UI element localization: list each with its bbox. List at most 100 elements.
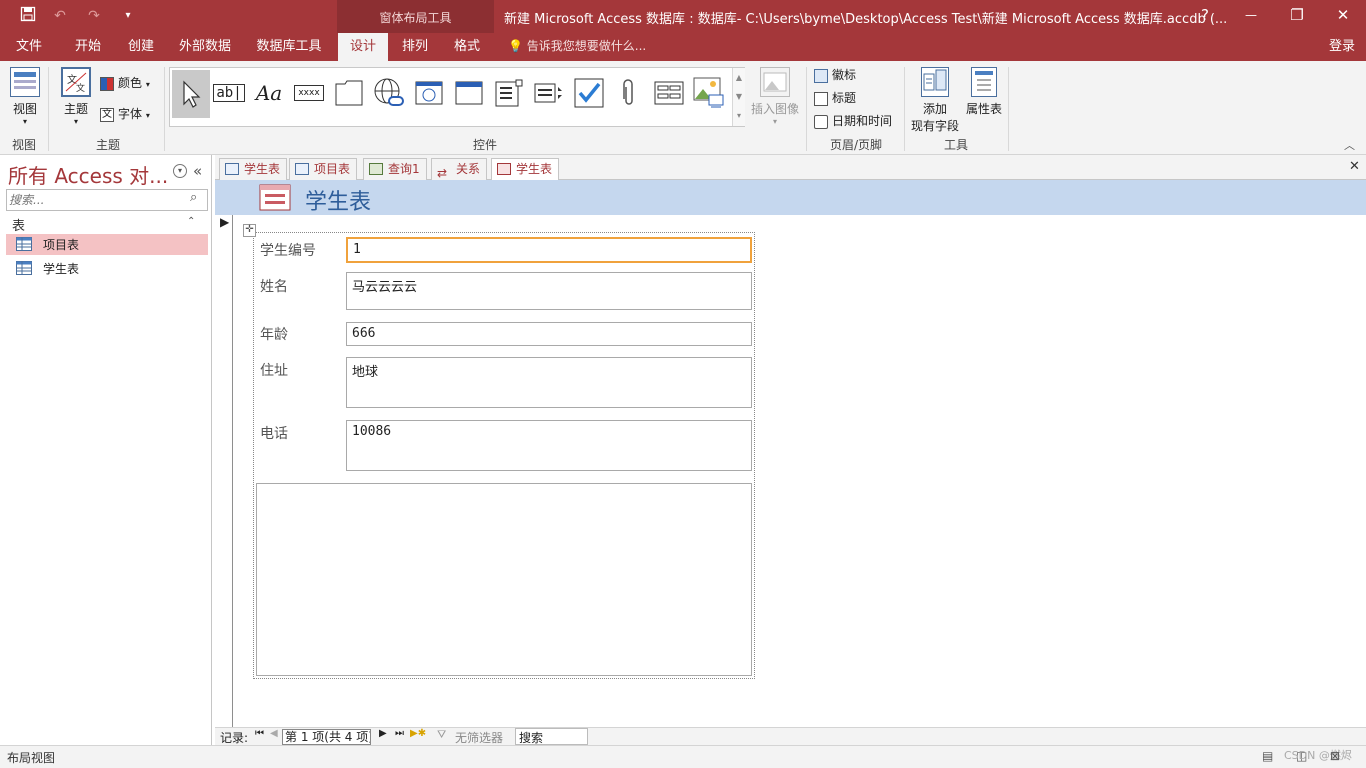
divider bbox=[806, 67, 807, 151]
color-palette-icon bbox=[100, 76, 114, 91]
record-selector[interactable]: ▶ bbox=[215, 215, 233, 727]
button-control-icon[interactable]: xxxx bbox=[292, 75, 326, 111]
tab-create[interactable]: 创建 bbox=[118, 33, 164, 61]
font-icon: 文 bbox=[100, 107, 114, 122]
scroll-up-icon[interactable]: ▲ bbox=[733, 68, 745, 87]
field-input-student-id[interactable]: 1 bbox=[346, 237, 752, 263]
tab-file[interactable]: 文件 bbox=[8, 33, 50, 61]
last-record-icon[interactable]: ⏭ bbox=[395, 728, 404, 739]
field-input-name[interactable]: 马云云云云 bbox=[346, 272, 752, 310]
tab-database-tools[interactable]: 数据库工具 bbox=[250, 33, 328, 61]
close-button[interactable]: ✕ bbox=[1320, 0, 1366, 33]
attachment-control-icon[interactable] bbox=[612, 75, 646, 111]
property-sheet-icon bbox=[971, 67, 997, 97]
tab-format[interactable]: 格式 bbox=[444, 33, 490, 61]
nav-section-header[interactable]: 表 bbox=[12, 215, 25, 234]
navigation-control-icon[interactable] bbox=[452, 75, 486, 111]
add-existing-fields-button[interactable]: 添加 现有字段 bbox=[908, 67, 962, 134]
doc-tab-relationships[interactable]: ⇄ 关系 bbox=[431, 158, 488, 180]
next-record-icon[interactable]: ▶ bbox=[379, 728, 387, 739]
lightbulb-icon: 💡 bbox=[508, 39, 523, 53]
new-record-icon[interactable]: ▶✱ bbox=[410, 728, 426, 739]
datetime-button[interactable]: 日期和时间 bbox=[814, 111, 892, 131]
record-position-input[interactable]: 第 1 项(共 4 项) bbox=[282, 729, 371, 745]
tab-external-data[interactable]: 外部数据 bbox=[172, 33, 238, 61]
fonts-button[interactable]: 文字体 ▾ bbox=[100, 104, 150, 124]
insert-image-button[interactable]: 插入图像 ▾ bbox=[748, 67, 802, 126]
doc-tab-label: 学生表 bbox=[244, 162, 281, 176]
nav-item-student-table[interactable]: 学生表 bbox=[6, 258, 208, 279]
add-fields-label-1: 添加 bbox=[922, 102, 947, 116]
subform-control-icon[interactable] bbox=[652, 75, 686, 111]
restore-button[interactable]: ❐ bbox=[1274, 0, 1320, 33]
customize-qat-icon[interactable]: ▾ bbox=[118, 6, 138, 26]
login-link[interactable]: 登录 bbox=[1320, 33, 1364, 61]
property-sheet-button[interactable]: 属性表 bbox=[962, 67, 1006, 117]
status-bar: 布局视图 ▤ ◫ CSDN @燃烬 ⊠ bbox=[0, 745, 1366, 768]
label-control-icon[interactable]: Aa bbox=[252, 75, 286, 111]
view-button[interactable]: 视图 ▾ bbox=[6, 67, 44, 126]
tab-design[interactable]: 设计 bbox=[338, 33, 388, 61]
chevron-down-icon: ▾ bbox=[145, 111, 150, 120]
nav-item-label: 项目表 bbox=[43, 238, 80, 252]
tab-control-icon[interactable] bbox=[332, 75, 366, 111]
option-group-icon[interactable] bbox=[492, 75, 526, 111]
first-record-icon[interactable]: ⏮ bbox=[255, 728, 264, 739]
doc-tab-student-form[interactable]: 学生表 bbox=[491, 158, 560, 181]
checkbox-control-icon[interactable] bbox=[572, 75, 606, 111]
record-search-input[interactable]: 搜索 bbox=[515, 728, 588, 745]
gallery-scroll[interactable]: ▲ ▼ ▾ bbox=[732, 68, 745, 126]
tell-me-box[interactable]: 💡 告诉我您想要做什么... bbox=[508, 33, 646, 61]
doc-tab-project-table[interactable]: 项目表 bbox=[289, 158, 358, 180]
web-browser-control-icon[interactable] bbox=[412, 75, 446, 111]
page-break-control-icon[interactable] bbox=[532, 75, 566, 111]
nav-title[interactable]: 所有 Access 对... bbox=[8, 160, 168, 189]
doc-tab-label: 学生表 bbox=[516, 162, 553, 176]
doc-tab-student-table[interactable]: 学生表 bbox=[219, 158, 288, 180]
collapse-ribbon-icon[interactable]: ︿ bbox=[1344, 137, 1355, 153]
doc-tab-label: 关系 bbox=[456, 162, 481, 176]
tell-me-text: 告诉我您想要做什么... bbox=[526, 39, 647, 53]
form-title: 学生表 bbox=[305, 190, 372, 215]
field-input-age[interactable]: 666 bbox=[346, 322, 752, 346]
doc-tab-query1[interactable]: 查询1 bbox=[363, 158, 427, 180]
undo-icon[interactable]: ↶ bbox=[50, 6, 70, 26]
search-icon[interactable]: ⌕ bbox=[190, 190, 197, 205]
nav-item-project-table[interactable]: 项目表 bbox=[6, 234, 208, 255]
logo-button[interactable]: 徽标 bbox=[814, 65, 856, 85]
field-input-phone[interactable]: 10086 bbox=[346, 420, 752, 471]
nav-menu-icon[interactable]: ▾ bbox=[173, 164, 187, 178]
property-sheet-label: 属性表 bbox=[965, 102, 1002, 116]
textbox-control-icon[interactable]: ab| bbox=[212, 75, 246, 111]
scroll-down-icon[interactable]: ▼ bbox=[733, 87, 745, 106]
title-label: 标题 bbox=[832, 91, 857, 105]
theme-button[interactable]: 文文 主题 ▾ bbox=[58, 67, 94, 126]
tab-home[interactable]: 开始 bbox=[64, 33, 112, 61]
close-document-icon[interactable]: ✕ bbox=[1349, 159, 1360, 174]
nav-search[interactable]: ⌕ bbox=[6, 189, 208, 211]
gallery-more-icon[interactable]: ▾ bbox=[733, 106, 745, 125]
save-icon[interactable] bbox=[18, 6, 38, 26]
field-input-address[interactable]: 地球 bbox=[346, 357, 752, 408]
tools-group-label: 工具 bbox=[943, 138, 968, 152]
collapse-nav-icon[interactable]: « bbox=[193, 162, 202, 180]
tab-arrange[interactable]: 排列 bbox=[392, 33, 438, 61]
select-pointer-icon[interactable] bbox=[172, 70, 210, 118]
title-button[interactable]: 标题 bbox=[814, 88, 856, 108]
filter-status[interactable]: 无筛选器 bbox=[455, 729, 503, 746]
help-button[interactable]: ? bbox=[1182, 0, 1228, 33]
collapse-section-icon[interactable]: ⌃ bbox=[187, 216, 195, 227]
divider bbox=[1008, 67, 1009, 151]
attachment-field[interactable] bbox=[256, 483, 752, 676]
previous-record-icon[interactable]: ◀ bbox=[270, 728, 278, 739]
layout-move-icon[interactable]: ✛ bbox=[243, 224, 256, 237]
table-icon bbox=[16, 237, 32, 251]
nav-search-input[interactable] bbox=[9, 191, 184, 209]
minimize-button[interactable]: — bbox=[1228, 0, 1274, 33]
redo-icon[interactable]: ↷ bbox=[84, 6, 104, 26]
hyperlink-control-icon[interactable] bbox=[372, 75, 406, 111]
colors-button[interactable]: 颜色 ▾ bbox=[100, 73, 150, 93]
design-view-icon[interactable]: ⊠ bbox=[1330, 749, 1340, 763]
form-view-icon[interactable]: ▤ bbox=[1262, 749, 1273, 763]
image-control-icon[interactable] bbox=[692, 75, 726, 111]
